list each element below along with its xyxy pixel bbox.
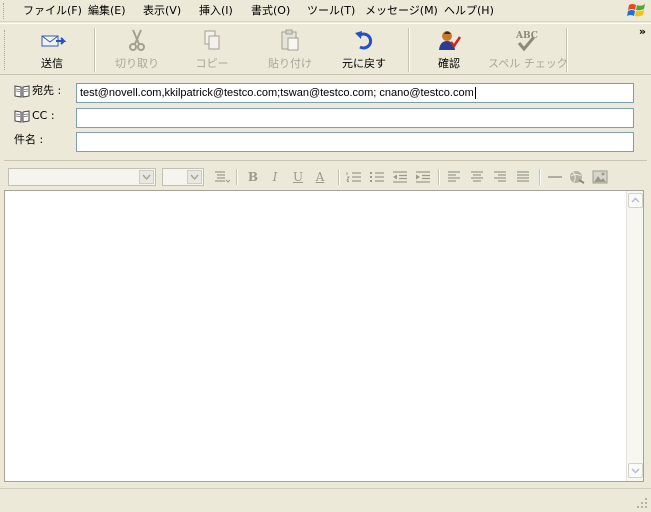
chevron-down-icon	[190, 174, 199, 181]
copy-icon	[204, 30, 220, 50]
format-separator	[539, 169, 541, 185]
align-left-button[interactable]	[445, 169, 463, 185]
paragraph-style-button[interactable]	[212, 169, 231, 185]
menu-tools[interactable]: ツール(T)	[305, 3, 357, 19]
numbered-list-button[interactable]	[345, 169, 363, 185]
subject-label: 件名 :	[14, 133, 44, 146]
vertical-scrollbar[interactable]	[626, 191, 643, 481]
resize-grip-icon[interactable]	[636, 497, 648, 509]
align-center-button[interactable]	[468, 169, 486, 185]
text-caret	[474, 87, 476, 100]
align-left-icon	[448, 171, 460, 182]
font-size-dropdown-arrow[interactable]	[187, 170, 202, 184]
format-separator	[236, 169, 238, 185]
menu-insert[interactable]: 挿入(I)	[197, 3, 235, 19]
italic-button[interactable]: I	[266, 169, 284, 185]
format-bar: B I U A	[4, 160, 647, 190]
menu-help[interactable]: ヘルプ(H)	[442, 3, 496, 19]
format-separator	[338, 169, 340, 185]
cut-button[interactable]: 切り取り	[108, 28, 166, 72]
decrease-indent-button[interactable]	[391, 169, 409, 185]
chevron-up-icon	[631, 197, 640, 203]
paste-button[interactable]: 貼り付け	[262, 28, 318, 72]
address-book-icon	[14, 110, 30, 123]
increase-indent-button[interactable]	[414, 169, 432, 185]
check-names-button[interactable]: 確認	[426, 28, 472, 72]
menu-message[interactable]: メッセージ(M)	[363, 3, 440, 19]
chevron-down-icon	[631, 468, 640, 474]
cc-label-row[interactable]: CC :	[14, 107, 55, 125]
spell-check-label: スペル チェック	[488, 57, 568, 70]
scroll-up-button[interactable]	[628, 193, 643, 208]
insert-picture-button[interactable]	[591, 169, 609, 185]
paste-label: 貼り付け	[268, 57, 312, 70]
cc-label: CC :	[32, 109, 55, 122]
paste-icon	[281, 29, 299, 51]
menu-grip[interactable]	[3, 3, 6, 19]
send-button[interactable]: 送信	[22, 28, 82, 72]
menu-format[interactable]: 書式(O)	[249, 3, 292, 19]
picture-icon	[592, 170, 608, 184]
subject-field[interactable]	[76, 132, 634, 152]
bullet-list-icon	[370, 172, 384, 182]
bold-button[interactable]: B	[244, 169, 262, 185]
align-right-icon	[494, 171, 506, 182]
menu-edit[interactable]: 編集(E)	[86, 3, 128, 19]
numbered-list-icon	[346, 172, 361, 182]
toolbar-separator	[94, 28, 96, 72]
align-right-button[interactable]	[491, 169, 509, 185]
justify-button[interactable]	[514, 169, 532, 185]
format-separator	[438, 169, 440, 185]
font-name-select[interactable]	[8, 168, 156, 186]
message-body[interactable]	[4, 190, 644, 482]
status-bar	[0, 488, 651, 512]
font-name-dropdown-arrow[interactable]	[139, 170, 154, 184]
font-size-select[interactable]	[162, 168, 204, 186]
undo-icon	[355, 31, 373, 50]
cc-field[interactable]	[76, 108, 634, 128]
spell-check-icon: ABC	[515, 31, 538, 52]
menu-file[interactable]: ファイル(F)	[21, 3, 84, 19]
undo-button[interactable]: 元に戻す	[336, 28, 392, 72]
check-names-icon	[439, 31, 462, 50]
insert-hyperlink-button[interactable]	[568, 169, 586, 185]
chevron-down-icon	[142, 174, 151, 181]
address-book-icon	[14, 85, 30, 98]
toolbar-separator	[566, 28, 568, 72]
send-label: 送信	[41, 57, 63, 70]
spell-check-button[interactable]: ABC スペル チェック	[488, 28, 568, 72]
to-field[interactable]: test@novell.com,kkilpatrick@testco.com;t…	[76, 83, 634, 103]
paragraph-style-icon	[215, 171, 231, 183]
toolbar-separator	[408, 28, 410, 72]
spell-check-icon-text: ABC	[515, 31, 538, 41]
bullet-list-button[interactable]	[368, 169, 386, 185]
justify-icon	[517, 171, 529, 182]
menu-view[interactable]: 表示(V)	[141, 3, 183, 19]
cut-label: 切り取り	[115, 57, 159, 70]
horizontal-line-icon	[548, 176, 562, 178]
scissors-icon	[129, 29, 145, 51]
decrease-indent-icon	[393, 171, 407, 183]
copy-label: コピー	[195, 57, 229, 70]
windows-logo-icon	[627, 4, 645, 17]
toolbar: 送信 切り取り コピー 貼り付け 元に戻す 確認 ABC スペル チェック »	[0, 23, 651, 75]
to-field-value: test@novell.com,kkilpatrick@testco.com;t…	[80, 87, 474, 99]
menu-bar: ファイル(F) 編集(E) 表示(V) 挿入(I) 書式(O) ツール(T) メ…	[0, 0, 651, 22]
copy-button[interactable]: コピー	[186, 28, 238, 72]
to-label-row[interactable]: 宛先 :	[14, 82, 61, 100]
undo-label: 元に戻す	[342, 57, 386, 70]
globe-link-icon	[570, 171, 585, 184]
toolbar-grip[interactable]	[4, 30, 7, 70]
horizontal-line-button[interactable]	[546, 169, 564, 185]
underline-button[interactable]: U	[289, 169, 307, 185]
check-names-label: 確認	[438, 57, 460, 70]
to-label: 宛先 :	[32, 84, 62, 97]
scroll-down-button[interactable]	[628, 463, 643, 478]
toolbar-overflow-chevron[interactable]: »	[639, 25, 646, 38]
font-color-button[interactable]: A	[311, 169, 329, 185]
align-center-icon	[471, 171, 483, 182]
send-mail-icon	[41, 35, 66, 47]
increase-indent-icon	[416, 171, 430, 183]
